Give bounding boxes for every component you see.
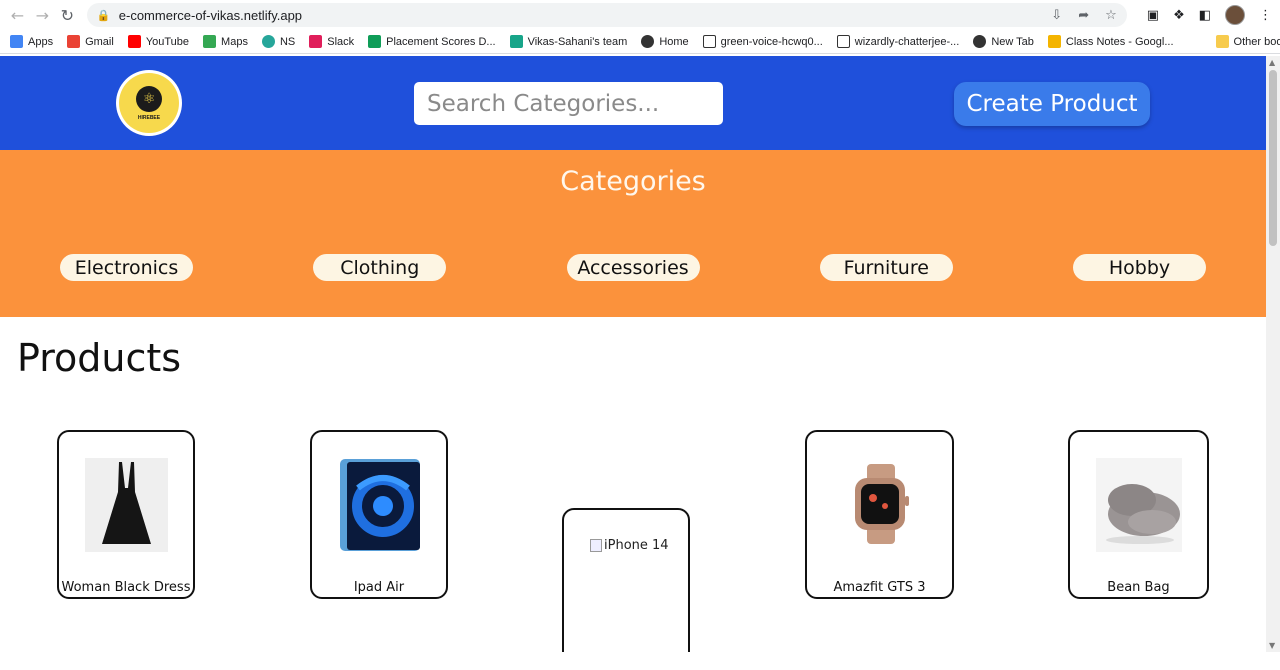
dress-image <box>85 458 168 552</box>
bookmarks-bar: Apps Gmail YouTube Maps NS Slack Placement Sco… <box>0 30 1280 54</box>
bookmark-item[interactable]: NS <box>261 35 296 48</box>
diamond-icon <box>509 35 523 48</box>
page-viewport: ⚛ HIREBEE Create Product Categories Elec… <box>0 56 1266 652</box>
bookmark-label: Class Notes - Googl... <box>1065 35 1174 48</box>
product-name: Amazfit GTS 3 <box>833 580 926 595</box>
category-list: Electronics Clothing Accessories Furnitu… <box>60 254 1206 281</box>
bookmark-label: New Tab <box>991 35 1034 48</box>
bookmark-item[interactable]: wizardly-chatterjee-... <box>836 35 960 48</box>
bookmark-label: Home <box>659 35 689 48</box>
ipad-image <box>340 459 420 551</box>
star-bookmark-icon[interactable]: ☆ <box>1105 8 1117 23</box>
bookmark-item[interactable]: Apps <box>10 35 53 48</box>
bookmark-label: Placement Scores D... <box>386 35 496 48</box>
image-alt-text: iPhone 14 <box>604 538 669 553</box>
browser-toolbar: ← → ↻ 🔒 e-commerce-of-vikas.netlify.app … <box>0 0 1280 30</box>
product-card[interactable]: iPhone 14 <box>562 508 690 652</box>
share-icon[interactable]: ➦ <box>1078 8 1089 23</box>
side-panel-icon[interactable]: ◧ <box>1199 8 1211 23</box>
extensions-puzzle-icon[interactable]: ❖ <box>1173 8 1185 23</box>
lock-icon: 🔒 <box>96 8 111 22</box>
products-title: Products <box>17 336 182 380</box>
scroll-up-arrow-icon[interactable]: ▲ <box>1269 58 1275 67</box>
menu-kebab-icon[interactable]: ⋮ <box>1259 8 1272 23</box>
youtube-icon <box>127 35 141 48</box>
other-bookmarks[interactable]: Other bookmarks <box>1215 35 1280 48</box>
product-card[interactable]: Ipad Air <box>310 430 448 599</box>
search-categories-input[interactable] <box>414 82 723 125</box>
bean-bag-image <box>1096 458 1182 552</box>
slides-icon <box>1047 35 1061 48</box>
bookmark-item[interactable]: Vikas-Sahani's team <box>509 35 628 48</box>
gmail-icon <box>67 35 81 48</box>
maps-icon <box>203 35 217 48</box>
bookmark-item[interactable]: New Tab <box>973 35 1034 48</box>
back-arrow-icon[interactable]: ← <box>8 4 27 26</box>
page-icon <box>702 35 716 48</box>
bee-logo-icon: ⚛ <box>136 85 162 112</box>
bookmark-item[interactable]: Slack <box>309 35 354 48</box>
bookmark-label: Apps <box>28 35 54 48</box>
product-card[interactable]: Bean Bag <box>1068 430 1209 599</box>
logo-badge: ⚛ HIREBEE <box>119 73 179 133</box>
globe-icon <box>641 35 655 48</box>
product-card[interactable]: Woman Black Dress <box>57 430 195 599</box>
url-text: e-commerce-of-vikas.netlify.app <box>118 7 303 23</box>
bookmark-label: Vikas-Sahani's team <box>527 35 628 48</box>
site-header: ⚛ HIREBEE Create Product <box>0 56 1266 150</box>
bookmark-label: Maps <box>221 35 248 48</box>
address-bar[interactable]: 🔒 e-commerce-of-vikas.netlify.app ⇩ ➦ ☆ <box>86 3 1127 27</box>
ns-icon <box>261 35 275 48</box>
product-name: Ipad Air <box>353 580 405 595</box>
product-name: Woman Black Dress <box>61 580 191 595</box>
category-clothing[interactable]: Clothing <box>313 254 447 281</box>
logo-text: HIREBEE <box>137 114 161 121</box>
category-hobby[interactable]: Hobby <box>1073 254 1206 281</box>
watch-image <box>855 464 909 544</box>
sheets-icon <box>368 35 382 48</box>
categories-section: Categories Electronics Clothing Accessor… <box>0 150 1266 317</box>
slack-icon <box>309 35 323 48</box>
category-accessories[interactable]: Accessories <box>566 254 700 281</box>
scroll-down-arrow-icon[interactable]: ▼ <box>1269 641 1275 650</box>
page-scrollbar[interactable]: ▲ ▼ <box>1266 56 1280 652</box>
bookmark-item[interactable]: Placement Scores D... <box>368 35 496 48</box>
bookmark-label: YouTube <box>145 35 190 48</box>
forward-arrow-icon[interactable]: → <box>33 4 52 26</box>
site-logo[interactable]: ⚛ HIREBEE <box>116 70 182 136</box>
create-product-button[interactable]: Create Product <box>954 82 1150 126</box>
bookmark-item[interactable]: Class Notes - Googl... <box>1047 35 1174 48</box>
profile-avatar[interactable] <box>1225 5 1246 25</box>
bookmark-label: green-voice-hcwq0... <box>720 35 823 48</box>
reload-icon[interactable]: ↻ <box>58 4 77 26</box>
globe-icon <box>973 35 987 48</box>
folder-icon <box>1215 35 1229 48</box>
other-bookmarks-label: Other bookmarks <box>1233 35 1280 48</box>
bookmark-label: NS <box>279 35 296 48</box>
page-icon <box>836 35 850 48</box>
category-electronics[interactable]: Electronics <box>60 254 193 281</box>
bookmark-item[interactable]: green-voice-hcwq0... <box>702 35 823 48</box>
bookmark-item[interactable]: Gmail <box>67 35 114 48</box>
categories-title: Categories <box>560 166 706 197</box>
scrollbar-thumb[interactable] <box>1269 70 1277 246</box>
bookmark-item[interactable]: Home <box>641 35 689 48</box>
calendar-extension-icon[interactable]: ▣ <box>1147 8 1159 23</box>
bookmark-label: wizardly-chatterjee-... <box>854 35 960 48</box>
product-name: Bean Bag <box>1107 580 1170 595</box>
bookmark-item[interactable]: YouTube <box>127 35 190 48</box>
broken-image-icon <box>590 539 602 552</box>
category-furniture[interactable]: Furniture <box>819 254 953 281</box>
install-app-icon[interactable]: ⇩ <box>1051 8 1062 23</box>
bookmark-label: Gmail <box>85 35 114 48</box>
product-card[interactable]: Amazfit GTS 3 <box>805 430 954 599</box>
bookmark-label: Slack <box>327 35 355 48</box>
bookmark-item[interactable]: Maps <box>203 35 248 48</box>
broken-product-image: iPhone 14 <box>590 538 669 553</box>
apps-grid-icon <box>10 35 23 48</box>
